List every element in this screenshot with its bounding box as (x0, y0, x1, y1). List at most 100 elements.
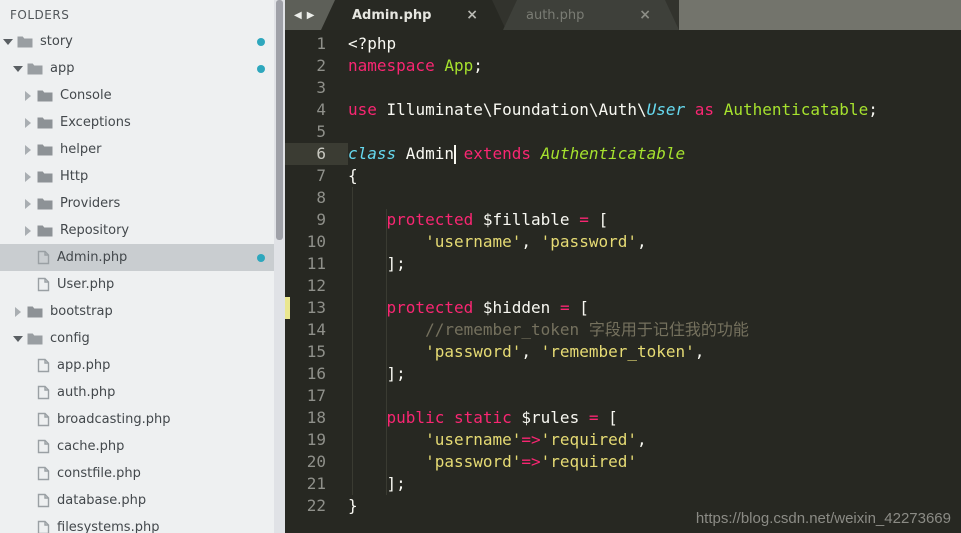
chevron-right-icon[interactable] (25, 226, 31, 236)
sidebar-item-story[interactable]: story (0, 28, 274, 55)
line-number: 12 (285, 275, 348, 297)
chevron-right-icon[interactable] (25, 91, 31, 101)
folder-icon (37, 89, 53, 102)
sidebar-item-admin-php[interactable]: Admin.php (0, 244, 274, 271)
sidebar-item-database-php[interactable]: database.php (0, 487, 274, 514)
sidebar-item-app-php[interactable]: app.php (0, 352, 274, 379)
tree-item-label: constfile.php (57, 466, 141, 481)
tree-item-label: app.php (57, 358, 110, 373)
tree-item-label: filesystems.php (57, 520, 159, 533)
code-text: 'username', 'password', (348, 231, 961, 253)
line-number: 11 (285, 253, 348, 275)
code-line[interactable]: 5 (285, 121, 961, 143)
code-line[interactable]: 2namespace App; (285, 55, 961, 77)
tree-item-label: Console (60, 88, 112, 103)
open-file-dot (257, 65, 265, 73)
open-file-dot (257, 38, 265, 46)
code-area[interactable]: 1<?php2namespace App;34use Illuminate\Fo… (285, 30, 961, 533)
sidebar-item-cache-php[interactable]: cache.php (0, 433, 274, 460)
tree-item-label: database.php (57, 493, 146, 508)
sidebar-item-filesystems-php[interactable]: filesystems.php (0, 514, 274, 533)
sidebar-item-config[interactable]: config (0, 325, 274, 352)
chevron-down-icon[interactable] (13, 336, 23, 342)
sidebar-item-http[interactable]: Http (0, 163, 274, 190)
tree-item-label: config (50, 331, 90, 346)
chevron-right-icon[interactable] (25, 145, 31, 155)
chevron-right-icon[interactable] (15, 307, 21, 317)
file-icon (37, 466, 50, 481)
tab-label[interactable]: Admin.php (352, 8, 431, 23)
code-text: use Illuminate\Foundation\Auth\User as A… (348, 99, 961, 121)
sidebar-item-helper[interactable]: helper (0, 136, 274, 163)
modified-line-marker (285, 297, 290, 319)
folder-icon (37, 143, 53, 156)
tab-admin-php[interactable]: Admin.php × (321, 0, 506, 30)
code-line[interactable]: 7{ (285, 165, 961, 187)
folder-icon (17, 35, 33, 48)
sidebar-scrollbar[interactable] (274, 0, 285, 533)
code-text: <?php (348, 33, 961, 55)
folder-icon (27, 332, 43, 345)
code-line[interactable]: 1<?php (285, 33, 961, 55)
code-text (348, 385, 961, 407)
sidebar-item-exceptions[interactable]: Exceptions (0, 109, 274, 136)
sublime-window: FOLDERS storyappConsoleExceptionshelperH… (0, 0, 961, 533)
close-icon[interactable]: × (639, 7, 651, 23)
line-number: 18 (285, 407, 348, 429)
tab-scroll-left-icon[interactable]: ◀ (294, 10, 302, 21)
folder-icon (37, 224, 53, 237)
line-number: 13 (285, 297, 348, 319)
code-text (348, 275, 961, 297)
chevron-right-icon[interactable] (25, 118, 31, 128)
line-number: 22 (285, 495, 348, 517)
sidebar-item-user-php[interactable]: User.php (0, 271, 274, 298)
text-caret (454, 145, 456, 164)
chevron-down-icon[interactable] (3, 39, 13, 45)
code-line[interactable]: 6class Admin extends Authenticatable (285, 143, 961, 165)
sidebar-item-providers[interactable]: Providers (0, 190, 274, 217)
file-icon (37, 358, 50, 373)
folder-icon (37, 197, 53, 210)
code-line[interactable]: 4use Illuminate\Foundation\Auth\User as … (285, 99, 961, 121)
line-number: 5 (285, 121, 348, 143)
file-icon (37, 493, 50, 508)
line-number: 9 (285, 209, 348, 231)
sidebar-item-auth-php[interactable]: auth.php (0, 379, 274, 406)
code-text: namespace App; (348, 55, 961, 77)
tab-auth-php[interactable]: auth.php × (503, 0, 679, 30)
code-line[interactable]: 8 (285, 187, 961, 209)
line-number: 20 (285, 451, 348, 473)
line-number: 6 (285, 143, 348, 165)
sidebar-scrollbar-thumb[interactable] (276, 0, 283, 240)
file-icon (37, 439, 50, 454)
sidebar-item-console[interactable]: Console (0, 82, 274, 109)
code-text: public static $rules = [ (348, 407, 961, 429)
chevron-right-icon[interactable] (25, 199, 31, 209)
tree-item-label: bootstrap (50, 304, 113, 319)
line-number: 15 (285, 341, 348, 363)
line-number: 7 (285, 165, 348, 187)
sidebar-item-app[interactable]: app (0, 55, 274, 82)
sidebar-item-broadcasting-php[interactable]: broadcasting.php (0, 406, 274, 433)
line-number: 8 (285, 187, 348, 209)
line-number: 19 (285, 429, 348, 451)
line-number: 3 (285, 77, 348, 99)
tab-scroll-right-icon[interactable]: ▶ (307, 10, 315, 21)
file-icon (37, 277, 50, 292)
sidebar-item-constfile-php[interactable]: constfile.php (0, 460, 274, 487)
close-icon[interactable]: × (466, 7, 478, 23)
chevron-down-icon[interactable] (13, 66, 23, 72)
sidebar-item-repository[interactable]: Repository (0, 217, 274, 244)
code-line[interactable]: 3 (285, 77, 961, 99)
chevron-right-icon[interactable] (25, 172, 31, 182)
tab-bar: ◀ ▶ Admin.php × auth.php × (285, 0, 961, 30)
watermark-url: https://blog.csdn.net/weixin_42273669 (696, 510, 951, 527)
code-text: ]; (348, 363, 961, 385)
code-text (348, 187, 961, 209)
sidebar-item-bootstrap[interactable]: bootstrap (0, 298, 274, 325)
tab-label[interactable]: auth.php (526, 8, 584, 23)
line-number: 16 (285, 363, 348, 385)
code-text: //remember_token 字段用于记住我的功能 (348, 319, 961, 341)
line-number: 4 (285, 99, 348, 121)
code-text: protected $hidden = [ (348, 297, 961, 319)
